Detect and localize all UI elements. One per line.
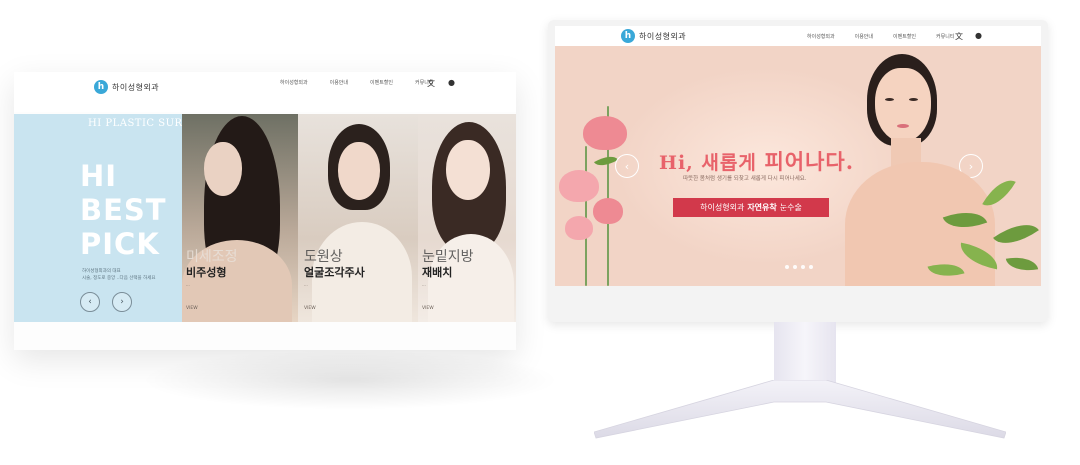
hero-cta-button[interactable]: 하이성형외과 자연유착 눈수술 bbox=[673, 198, 829, 217]
desktop-monitor: h 하이성형외과 하이성형외과 이용안내 이벤트할인 커뮤니티 文 ● ‹ › … bbox=[548, 20, 1048, 322]
hero-tag: HI PLASTIC SURGERY bbox=[88, 118, 182, 129]
hero-pagination bbox=[785, 265, 817, 269]
procedure-card-rhinoplasty[interactable]: 미세조정 비주성형 ... VIEW bbox=[182, 114, 298, 322]
right-menu-item-1[interactable]: 하이성형외과 bbox=[807, 33, 835, 40]
chevron-left-icon: ‹ bbox=[624, 159, 630, 173]
card2-ko-title: 도원상 bbox=[304, 249, 343, 265]
leaf bbox=[1005, 253, 1039, 275]
model-eye bbox=[909, 98, 918, 101]
cta-suffix: 눈수술 bbox=[779, 203, 802, 212]
card1-view-link[interactable]: VIEW bbox=[186, 306, 198, 311]
cta-emphasis: 자연유착 bbox=[747, 203, 777, 212]
headline-prefix: Hi, 새롭게 bbox=[659, 152, 765, 174]
left-menu-item-2[interactable]: 이용안내 bbox=[330, 79, 348, 86]
cta-prefix: 하이성형외과 bbox=[700, 203, 745, 212]
pagination-dot[interactable] bbox=[793, 265, 797, 269]
card3-view-link[interactable]: VIEW bbox=[422, 306, 434, 311]
translate-icon[interactable]: 文 bbox=[427, 78, 435, 89]
lock-icon[interactable]: ● bbox=[975, 31, 982, 40]
model-face bbox=[338, 142, 380, 200]
left-logo-text: 하이성형외과 bbox=[112, 82, 160, 92]
leaf bbox=[942, 203, 988, 237]
pagination-dot[interactable] bbox=[809, 265, 813, 269]
right-menu-item-3[interactable]: 이벤트할인 bbox=[893, 33, 916, 40]
card3-title: 재배치 bbox=[422, 266, 453, 279]
model-face bbox=[875, 68, 931, 142]
floor-shadow bbox=[140, 350, 560, 410]
flower-bloom bbox=[593, 198, 623, 224]
leaf bbox=[927, 257, 965, 283]
card3-desc: ... bbox=[422, 282, 426, 287]
translate-icon[interactable]: 文 bbox=[955, 31, 963, 42]
chevron-left-icon: ‹ bbox=[88, 297, 92, 307]
monitor-screen: h 하이성형외과 하이성형외과 이용안내 이벤트할인 커뮤니티 文 ● ‹ › … bbox=[555, 26, 1041, 286]
chevron-right-icon: › bbox=[120, 297, 124, 307]
leaf bbox=[993, 213, 1039, 255]
card1-ko-title: 미세조정 bbox=[186, 249, 238, 265]
model-face bbox=[446, 140, 490, 200]
hero-line-hi: HI bbox=[80, 159, 118, 193]
prev-arrow-button[interactable]: ‹ bbox=[80, 292, 100, 312]
card2-title: 얼굴조각주사 bbox=[304, 266, 365, 279]
left-website-mockup: h 하이성형외과 하이성형외과 이용안내 이벤트할인 커뮤니티 文 ● HI P… bbox=[14, 72, 516, 350]
left-top-nav: h 하이성형외과 하이성형외과 이용안내 이벤트할인 커뮤니티 文 ● bbox=[14, 72, 516, 112]
left-menu-item-1[interactable]: 하이성형외과 bbox=[280, 79, 308, 86]
left-logo[interactable]: h 하이성형외과 bbox=[94, 80, 159, 94]
flower-stem bbox=[585, 146, 587, 286]
best-pick-panel: HI PLASTIC SURGERY HI BEST PICK 하이성형외과의 … bbox=[14, 114, 182, 322]
hero-prev-button[interactable]: ‹ bbox=[615, 154, 639, 178]
procedure-card-under-eye[interactable]: 눈밑지방 재배치 ... VIEW bbox=[418, 114, 516, 322]
hero-line-pick: PICK bbox=[80, 227, 160, 261]
green-leaves bbox=[925, 166, 1041, 286]
pagination-dot[interactable] bbox=[801, 265, 805, 269]
card1-title: 비주성형 bbox=[186, 266, 227, 279]
logo-h-icon: h bbox=[621, 29, 635, 43]
model-lips bbox=[897, 124, 909, 128]
card2-view-link[interactable]: VIEW bbox=[304, 306, 316, 311]
hero-sub-1: 하이성형외과의 대표 bbox=[82, 269, 121, 274]
card2-desc: ... bbox=[304, 282, 308, 287]
flower-bloom bbox=[583, 116, 627, 150]
model-face bbox=[204, 142, 242, 196]
procedure-card-face-injection[interactable]: 도원상 얼굴조각주사 ... VIEW bbox=[298, 114, 418, 322]
model-eye bbox=[885, 98, 894, 101]
card3-ko-title: 눈밑지방 bbox=[422, 249, 474, 265]
left-menu-item-3[interactable]: 이벤트할인 bbox=[370, 79, 393, 86]
right-top-nav: h 하이성형외과 하이성형외과 이용안내 이벤트할인 커뮤니티 文 ● bbox=[555, 26, 1041, 46]
next-arrow-button[interactable]: › bbox=[112, 292, 132, 312]
right-menu-item-2[interactable]: 이용안내 bbox=[855, 33, 873, 40]
leaf bbox=[982, 172, 1016, 214]
card1-desc: ... bbox=[186, 282, 190, 287]
lock-icon[interactable]: ● bbox=[448, 78, 455, 87]
main-hero-banner: ‹ › Hi, 새롭게 피어나다. 따뜻한 봄처럼 생기를 되찾고 새롭게 다시… bbox=[555, 46, 1041, 286]
hero-subline: 따뜻한 봄처럼 생기를 되찾고 새롭게 다시 피어나세요. bbox=[683, 176, 807, 182]
hero-line-best: BEST bbox=[80, 193, 167, 227]
logo-h-icon: h bbox=[94, 80, 108, 94]
monitor-stand-base bbox=[594, 380, 1006, 439]
right-logo[interactable]: h 하이성형외과 bbox=[621, 29, 686, 43]
pagination-dot[interactable] bbox=[785, 265, 789, 269]
leaf bbox=[957, 242, 1001, 270]
hero-sub-2: 시술, 정도로 중앙 ..다음 선택을 하세요 bbox=[82, 276, 156, 281]
right-logo-text: 하이성형외과 bbox=[639, 31, 687, 41]
right-menu-item-4[interactable]: 커뮤니티 bbox=[936, 33, 954, 40]
flower-bloom bbox=[565, 216, 593, 240]
flower-bloom bbox=[559, 170, 599, 202]
right-main-menu: 하이성형외과 이용안내 이벤트할인 커뮤니티 bbox=[807, 33, 974, 40]
